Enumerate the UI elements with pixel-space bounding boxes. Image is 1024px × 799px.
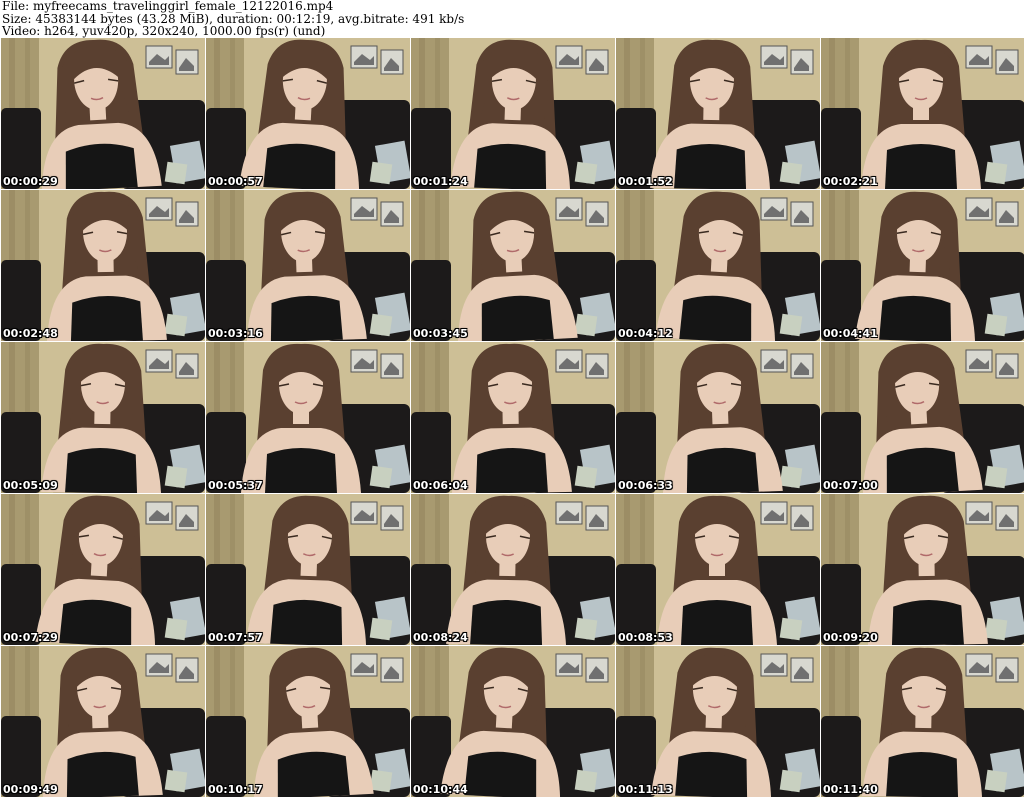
video-frame-image <box>206 190 410 341</box>
thumbnail-timestamp: 00:09:49 <box>3 783 58 796</box>
video-frame-image <box>206 494 410 645</box>
thumbnail-timestamp: 00:00:57 <box>208 175 263 188</box>
video-info-line: Video: h264, yuv420p, 320x240, 1000.00 f… <box>2 24 326 38</box>
video-frame-image <box>1 38 205 189</box>
thumbnail-frame: 00:01:24 <box>411 38 615 190</box>
video-frame-image <box>821 190 1024 341</box>
video-frame-image <box>1 190 205 341</box>
thumbnail-frame: 00:03:45 <box>411 190 615 342</box>
thumbnail-timestamp: 00:09:20 <box>823 631 878 644</box>
thumbnail-frame: 00:06:04 <box>411 342 615 494</box>
thumbnail-timestamp: 00:06:33 <box>618 479 673 492</box>
video-frame-image <box>411 38 615 189</box>
thumbnail-timestamp: 00:03:45 <box>413 327 468 340</box>
thumbnail-frame: 00:02:48 <box>1 190 205 342</box>
thumbnail-frame: 00:10:44 <box>411 646 615 798</box>
thumbnail-timestamp: 00:01:52 <box>618 175 673 188</box>
video-frame-image <box>616 190 820 341</box>
thumbnail-frame: 00:00:57 <box>206 38 410 190</box>
file-name-line: File: myfreecams_travelinggirl_female_12… <box>2 0 334 13</box>
thumbnail-frame: 00:08:24 <box>411 494 615 646</box>
thumbnail-timestamp: 00:10:44 <box>413 783 468 796</box>
thumbnail-grid: 00:00:29 00:00:57 00:01:24 00:01:52 00:0… <box>0 38 1024 799</box>
thumbnail-timestamp: 00:03:16 <box>208 327 263 340</box>
thumbnail-frame: 00:07:00 <box>821 342 1024 494</box>
thumbnail-frame: 00:09:20 <box>821 494 1024 646</box>
thumbnail-timestamp: 00:10:17 <box>208 783 263 796</box>
thumbnail-timestamp: 00:04:41 <box>823 327 878 340</box>
video-frame-image <box>206 342 410 493</box>
thumbnail-timestamp: 00:00:29 <box>3 175 58 188</box>
video-frame-image <box>616 38 820 189</box>
video-frame-image <box>411 342 615 493</box>
thumbnail-timestamp: 00:07:00 <box>823 479 878 492</box>
thumbnail-timestamp: 00:02:48 <box>3 327 58 340</box>
video-frame-image <box>411 494 615 645</box>
video-frame-image <box>206 646 410 797</box>
video-frame-image <box>616 494 820 645</box>
video-frame-image <box>1 342 205 493</box>
thumbnail-frame: 00:05:09 <box>1 342 205 494</box>
thumbnail-frame: 00:06:33 <box>616 342 820 494</box>
thumbnail-frame: 00:10:17 <box>206 646 410 798</box>
thumbnail-timestamp: 00:11:40 <box>823 783 878 796</box>
thumbnail-timestamp: 00:08:24 <box>413 631 468 644</box>
thumbnail-timestamp: 00:05:09 <box>3 479 58 492</box>
thumbnail-frame: 00:00:29 <box>1 38 205 190</box>
thumbnail-timestamp: 00:11:13 <box>618 783 673 796</box>
thumbnail-frame: 00:02:21 <box>821 38 1024 190</box>
video-frame-image <box>206 38 410 189</box>
thumbnail-timestamp: 00:06:04 <box>413 479 468 492</box>
video-frame-image <box>616 646 820 797</box>
thumbnail-frame: 00:11:40 <box>821 646 1024 798</box>
thumbnail-frame: 00:08:53 <box>616 494 820 646</box>
thumbnail-frame: 00:09:49 <box>1 646 205 798</box>
video-frame-image <box>821 38 1024 189</box>
thumbnail-timestamp: 00:04:12 <box>618 327 673 340</box>
video-frame-image <box>411 646 615 797</box>
video-frame-image <box>1 646 205 797</box>
thumbnail-timestamp: 00:01:24 <box>413 175 468 188</box>
thumbnail-frame: 00:05:37 <box>206 342 410 494</box>
thumbnail-frame: 00:04:12 <box>616 190 820 342</box>
video-frame-image <box>821 342 1024 493</box>
thumbnail-frame: 00:04:41 <box>821 190 1024 342</box>
thumbnail-frame: 00:03:16 <box>206 190 410 342</box>
thumbnail-timestamp: 00:02:21 <box>823 175 878 188</box>
thumbnail-frame: 00:11:13 <box>616 646 820 798</box>
thumbnail-timestamp: 00:07:29 <box>3 631 58 644</box>
thumbnail-timestamp: 00:07:57 <box>208 631 263 644</box>
video-frame-image <box>821 646 1024 797</box>
thumbnail-timestamp: 00:08:53 <box>618 631 673 644</box>
thumbnail-frame: 00:07:29 <box>1 494 205 646</box>
video-frame-image <box>1 494 205 645</box>
thumbnail-frame: 00:07:57 <box>206 494 410 646</box>
video-frame-image <box>821 494 1024 645</box>
contact-sheet-header: File: myfreecams_travelinggirl_female_12… <box>2 0 1022 38</box>
video-frame-image <box>411 190 615 341</box>
thumbnail-timestamp: 00:05:37 <box>208 479 263 492</box>
thumbnail-frame: 00:01:52 <box>616 38 820 190</box>
video-frame-image <box>616 342 820 493</box>
